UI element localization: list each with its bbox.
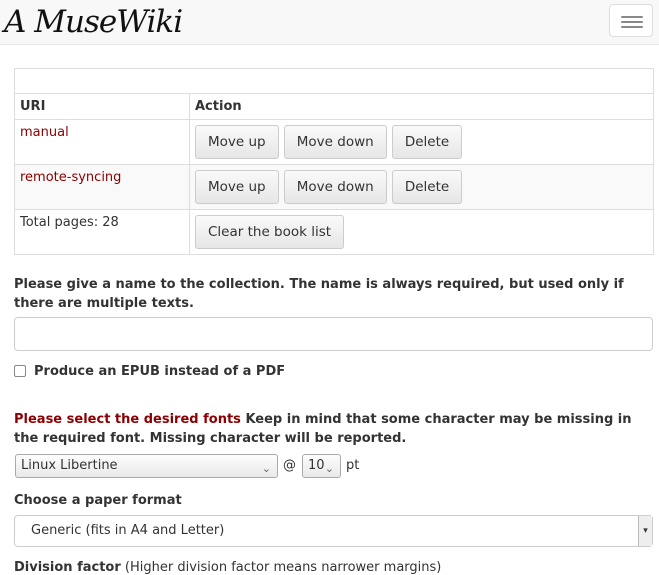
table-row: manual Move up Move down Delete (14, 119, 654, 165)
select-arrow-icon: ▾ (638, 516, 652, 546)
font-size-value: 10 (308, 458, 325, 473)
epub-checkbox[interactable] (14, 365, 26, 377)
paper-format-select[interactable]: Generic (fits in A4 and Letter) ▾ (14, 515, 653, 547)
division-factor-label: Division factor (Higher division factor … (14, 560, 441, 575)
epub-checkbox-label: Produce an EPUB instead of a PDF (34, 364, 286, 379)
delete-button[interactable]: Delete (391, 170, 463, 204)
font-size-unit: pt (346, 458, 360, 473)
move-down-button[interactable]: Move down (283, 170, 387, 204)
table-row: remote-syncing Move up Move down Delete (14, 164, 654, 210)
table-footer-row: Total pages: 28 Clear the book list (14, 209, 654, 255)
paper-format-value: Generic (fits in A4 and Letter) (31, 523, 225, 538)
collection-name-input[interactable] (14, 317, 653, 351)
fonts-highlight: Please select the desired fonts (14, 412, 241, 427)
chevron-down-icon: ⌄ (324, 462, 334, 475)
site-logo[interactable]: A MuseWiki (4, 0, 183, 44)
fonts-label: Please select the desired fonts Keep in … (14, 410, 653, 448)
uri-link[interactable]: remote-syncing (20, 170, 121, 185)
uri-link[interactable]: manual (20, 125, 69, 140)
move-down-button[interactable]: Move down (283, 125, 387, 159)
division-factor-note: (Higher division factor means narrower m… (124, 560, 442, 575)
book-list-table: URI Action manual Move up Move down Dele… (14, 68, 654, 255)
delete-button[interactable]: Delete (391, 125, 463, 159)
table-caption-row (14, 68, 654, 94)
chevron-down-icon: ⌄ (261, 462, 271, 475)
at-symbol: @ (283, 458, 296, 473)
clear-book-list-button[interactable]: Clear the book list (195, 215, 345, 249)
move-up-button[interactable]: Move up (195, 125, 279, 159)
menu-toggle-button[interactable] (609, 4, 653, 37)
move-up-button[interactable]: Move up (195, 170, 279, 204)
table-header-row: URI Action (14, 93, 654, 120)
column-header-uri: URI (14, 93, 190, 120)
font-select-value: Linux Libertine (21, 458, 118, 473)
font-select[interactable]: Linux Libertine ⌄ (15, 454, 278, 478)
paper-format-label: Choose a paper format (14, 493, 182, 508)
column-header-action: Action (189, 93, 654, 120)
total-pages: Total pages: 28 (14, 209, 190, 255)
font-size-select[interactable]: 10 ⌄ (302, 454, 341, 478)
collection-name-label: Please give a name to the collection. Th… (14, 277, 624, 311)
division-factor-title: Division factor (14, 560, 121, 575)
navbar: A MuseWiki (0, 0, 659, 45)
